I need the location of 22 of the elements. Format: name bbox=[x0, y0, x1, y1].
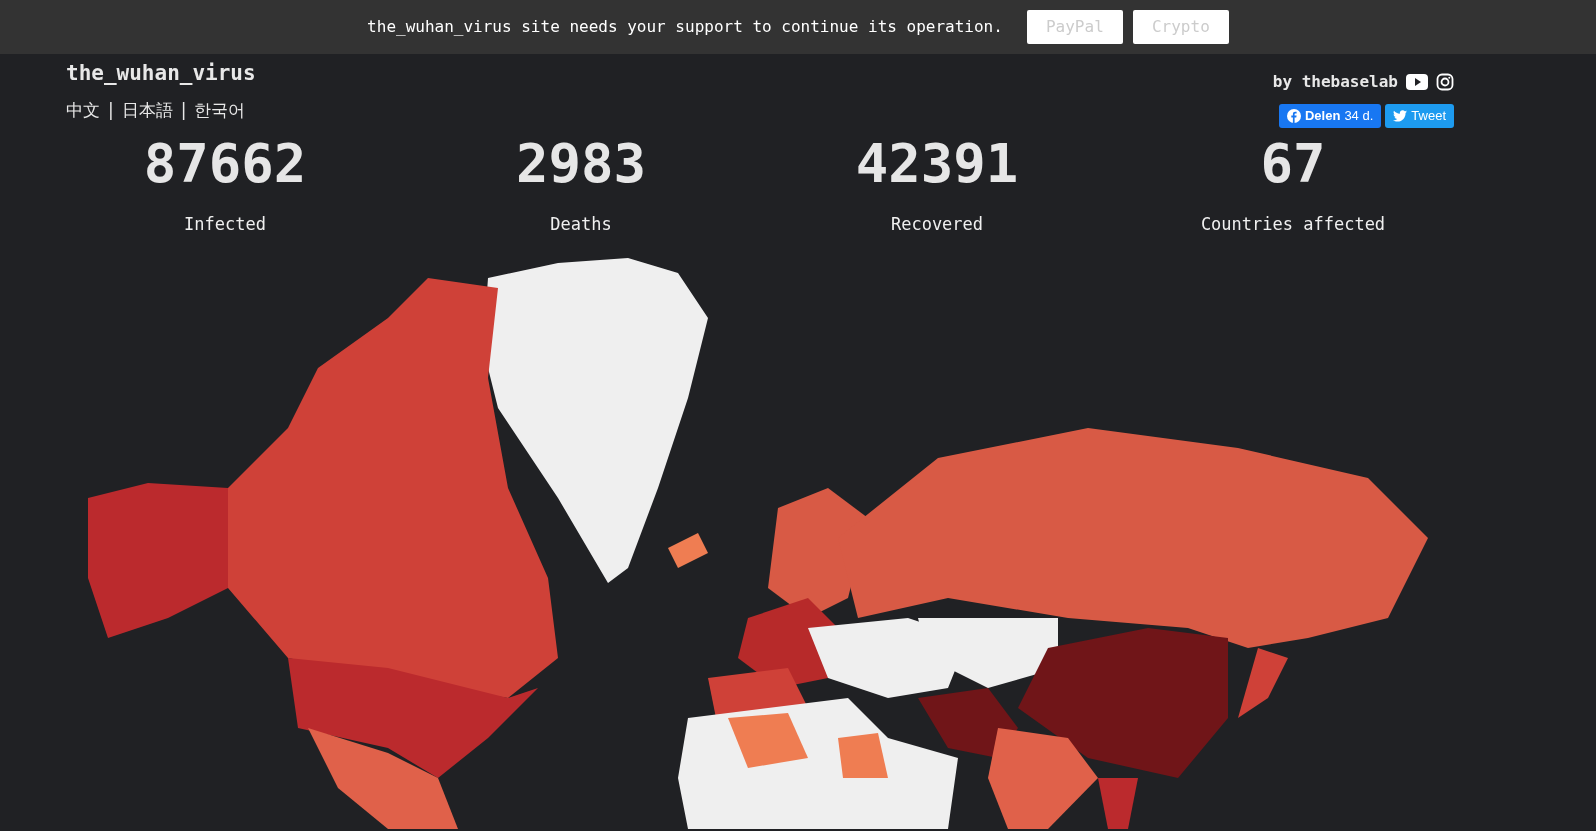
separator: | bbox=[108, 98, 114, 122]
stat-value: 87662 bbox=[143, 132, 307, 196]
stat-label: Deaths bbox=[550, 213, 612, 236]
support-message: the_wuhan_virus site needs your support to continue its operation. bbox=[367, 16, 1003, 38]
camera-icon[interactable] bbox=[1436, 73, 1454, 91]
language-link[interactable]: 한국어 bbox=[194, 97, 246, 123]
facebook-icon bbox=[1287, 109, 1301, 123]
stat-value: 67 bbox=[1260, 132, 1326, 196]
video-play-icon[interactable] bbox=[1406, 74, 1428, 90]
stat-label: Recovered bbox=[890, 213, 984, 236]
stat-value: 2983 bbox=[515, 132, 646, 196]
language-link[interactable]: 中文 bbox=[66, 97, 100, 123]
share-button[interactable]: Delen 34 d. bbox=[1279, 104, 1382, 128]
author-credit: by thebaselab bbox=[1272, 71, 1398, 93]
language-link[interactable]: 日本語 bbox=[121, 97, 173, 123]
stat-label: Infected bbox=[184, 213, 266, 236]
stat-value: 42391 bbox=[855, 132, 1019, 196]
site-title: the_wuhan_virus bbox=[66, 60, 256, 87]
tweet-button[interactable]: Tweet bbox=[1385, 104, 1454, 128]
stat-label: Countries affected bbox=[1200, 213, 1386, 236]
bird-icon bbox=[1393, 110, 1408, 122]
separator: | bbox=[180, 98, 187, 122]
